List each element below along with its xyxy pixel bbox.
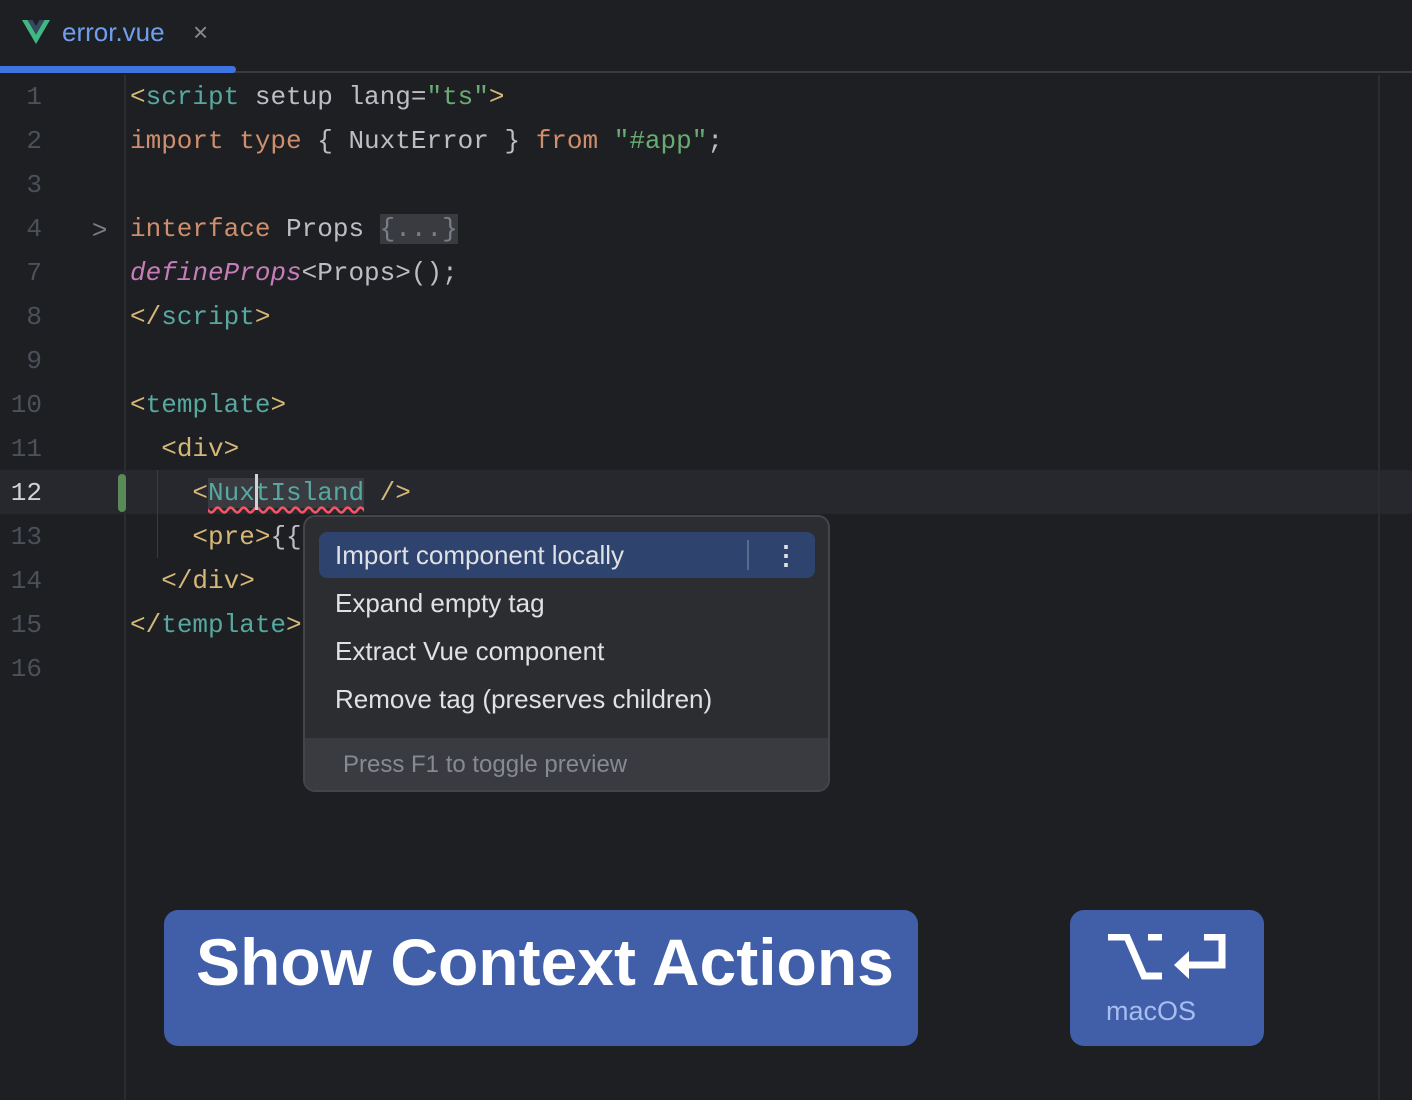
code-token: {{	[270, 522, 301, 552]
code-token: script	[161, 302, 255, 332]
option-return-keys-icon: ⌥↩	[1106, 934, 1228, 984]
code-token: "#app"	[614, 126, 708, 156]
action-remove-tag[interactable]: Remove tag (preserves children)	[319, 676, 815, 722]
tab-label: error.vue	[62, 17, 165, 48]
code-token: >	[286, 610, 302, 640]
code-token: <	[192, 478, 208, 508]
code-token: />	[364, 478, 411, 508]
line-text: defineProps<Props>();	[130, 251, 458, 295]
code-token: >	[489, 82, 505, 112]
line-number: 11	[0, 427, 42, 471]
code-token: NuxtIsland	[208, 478, 364, 508]
code-token: >	[255, 302, 271, 332]
line-text: </div>	[130, 559, 255, 603]
code-token: script	[146, 82, 240, 112]
line-text: <div>	[130, 427, 239, 471]
line-number: 2	[0, 119, 42, 163]
line-number: 7	[0, 251, 42, 295]
code-token: import type	[130, 126, 302, 156]
line-text: </script>	[130, 295, 270, 339]
code-token	[130, 478, 192, 508]
code-token	[130, 434, 161, 464]
active-tab-indicator	[0, 66, 236, 73]
action-expand-empty-tag[interactable]: Expand empty tag	[319, 580, 815, 626]
code-token: Props	[270, 214, 379, 244]
code-token: <Props>();	[302, 258, 458, 288]
code-token	[130, 566, 161, 596]
code-token: </	[130, 610, 161, 640]
fold-chevron-icon[interactable]: >	[92, 207, 107, 251]
line-number: 12	[0, 471, 42, 515]
code-token: { NuxtError }	[302, 126, 536, 156]
line-number: 1	[0, 75, 42, 119]
action-extract-vue-component[interactable]: Extract Vue component	[319, 628, 815, 674]
line-text: </template>	[130, 603, 302, 647]
line-number: 16	[0, 647, 42, 691]
line-number: 4	[0, 207, 42, 251]
code-token: template	[146, 390, 271, 420]
code-token: <	[130, 82, 146, 112]
code-token: </	[130, 302, 161, 332]
code-token: >	[270, 390, 286, 420]
close-tab-icon[interactable]: ×	[193, 17, 208, 48]
separator	[747, 540, 749, 570]
code-token: setup lang=	[239, 82, 426, 112]
more-options-icon[interactable]: ⋮	[771, 532, 801, 578]
line-text: <pre>{{	[130, 515, 302, 559]
change-marker[interactable]	[118, 474, 126, 512]
line-number: 3	[0, 163, 42, 207]
code-token: <div>	[161, 434, 239, 464]
editor-tab-bar: error.vue ×	[0, 0, 1412, 73]
code-token: ;	[707, 126, 723, 156]
code-token: <	[130, 390, 146, 420]
action-label: Import component locally	[335, 540, 624, 570]
action-title-banner: Show Context Actions	[164, 910, 918, 1046]
gutter-divider	[124, 75, 126, 1100]
line-number: 8	[0, 295, 42, 339]
code-token	[130, 522, 192, 552]
code-token: {...}	[380, 214, 458, 244]
line-number: 15	[0, 603, 42, 647]
right-margin-guide	[1378, 75, 1380, 1100]
text-caret	[255, 474, 258, 510]
line-number: 10	[0, 383, 42, 427]
code-token: </div>	[161, 566, 255, 596]
line-text: <template>	[130, 383, 286, 427]
popup-footer-hint: Press F1 to toggle preview	[305, 738, 830, 792]
line-text: interface Props {...}	[130, 207, 458, 251]
line-number: 13	[0, 515, 42, 559]
code-token: "ts"	[426, 82, 488, 112]
line-text: import type { NuxtError } from "#app";	[130, 119, 723, 163]
code-token: defineProps	[130, 258, 302, 288]
line-text: <NuxtIsland />	[130, 471, 411, 515]
tab-error-vue[interactable]: error.vue ×	[0, 0, 236, 73]
code-token	[598, 126, 614, 156]
line-number: 9	[0, 339, 42, 383]
code-token: from	[536, 126, 598, 156]
line-number: 14	[0, 559, 42, 603]
context-actions-popup: Import component locally ⋮ Expand empty …	[303, 515, 830, 792]
code-token: <pre>	[192, 522, 270, 552]
code-token: template	[161, 610, 286, 640]
os-label: macOS	[1106, 996, 1196, 1027]
code-token: interface	[130, 214, 270, 244]
shortcut-badge: ⌥↩ macOS	[1070, 910, 1264, 1046]
action-import-component-locally[interactable]: Import component locally ⋮	[319, 532, 815, 578]
vue-logo-icon	[22, 20, 50, 44]
line-text: <script setup lang="ts">	[130, 75, 505, 119]
